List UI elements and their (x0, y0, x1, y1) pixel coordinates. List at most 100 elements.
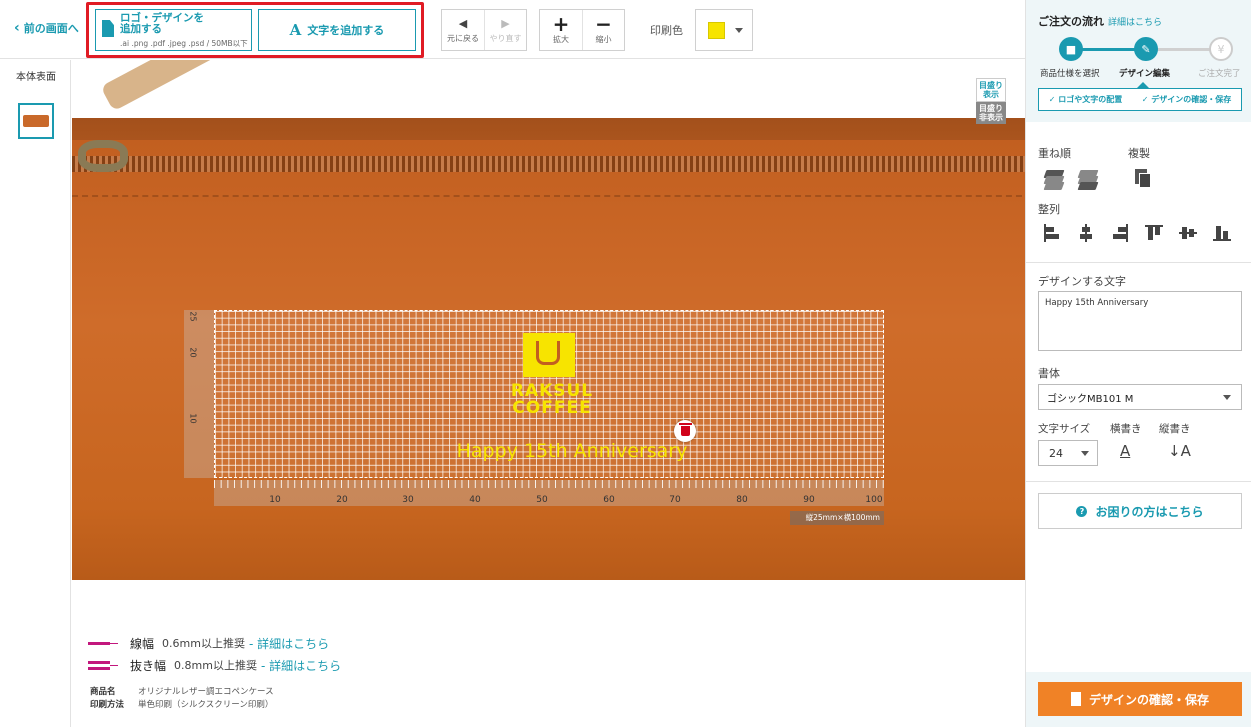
add-logo-button[interactable]: ロゴ・デザインを 追加する .ai .png .pdf .jpeg .psd /… (95, 9, 252, 51)
caret-down-icon (1223, 394, 1231, 400)
redo-button[interactable]: ▶ やり直す (484, 10, 526, 50)
logo-line-2: COFFEE (512, 398, 592, 418)
anniversary-text-object[interactable]: Happy 15th Anniversary (402, 440, 742, 462)
coffee-logo-image[interactable] (523, 333, 575, 377)
align-top-button[interactable] (1144, 223, 1164, 243)
step-2-label: デザイン編集 (1119, 69, 1171, 79)
redo-icon: ▶ (501, 16, 510, 30)
undo-redo-group: ◀ 元に戻る ▶ やり直す (441, 9, 527, 51)
ruler-bottom-label: 60 (603, 495, 615, 505)
thumbnail-image (23, 115, 49, 127)
flow-detail-link[interactable]: 詳細はこちら (1108, 15, 1162, 28)
font-size-value: 24 (1049, 446, 1063, 460)
yen-icon: ¥ (1209, 37, 1233, 61)
align-bottom-button[interactable] (1212, 223, 1232, 243)
guide-toggle[interactable]: 目盛り表示 目盛り非表示 (976, 78, 1006, 138)
font-label: 書体 (1038, 367, 1060, 380)
thumbnail-front[interactable] (18, 103, 54, 139)
flow-title: ご注文の流れ (1038, 15, 1104, 28)
plus-icon: + (552, 11, 570, 36)
design-editor-app: ‹ 前の画面へ ロゴ・デザインを 追加する .ai .png .pdf .jpe… (0, 0, 1251, 727)
knockout-icon (88, 660, 118, 670)
ruler-bottom-label: 40 (469, 495, 481, 505)
help-button[interactable]: ? お困りの方はこちら (1038, 493, 1242, 529)
ruler-bottom-label: 20 (336, 495, 348, 505)
ruler-bottom-label: 30 (402, 495, 414, 505)
product-meta: 商品名 オリジナルレザー調エコペンケース 印刷方法 単色印刷（シルクスクリーン印… (90, 686, 274, 712)
print-color-label: 印刷色 (650, 24, 683, 37)
copy-label: 複製 (1128, 147, 1150, 160)
step-1-label: 商品仕様を選択 (1040, 69, 1100, 79)
undo-label: 元に戻る (447, 33, 479, 43)
ruler-bottom-label: 100 (865, 495, 883, 505)
vertical-writing-button[interactable]: ↓A (1168, 442, 1191, 460)
ruler-left-label: 25 (188, 311, 198, 322)
zoom-in-button[interactable]: + 拡大 (540, 10, 582, 50)
back-link[interactable]: ‹ 前の画面へ (14, 20, 79, 36)
order-label: 重ね順 (1038, 147, 1071, 160)
stitch-seam (72, 195, 1025, 197)
logo-wordmark[interactable]: RAKSUL COFFEE (497, 383, 607, 417)
font-select[interactable]: ゴシックMB101 M (1038, 384, 1242, 410)
line-width-link[interactable]: - 詳細はこちら (249, 635, 329, 652)
guide-hide-button[interactable]: 目盛り非表示 (976, 102, 1006, 124)
properties-panel: ご注文の流れ 詳細はこちら ■ ✎ ¥ 商品仕様を選択 デザイン編集 ご注文完了… (1025, 0, 1251, 727)
size-tag: 縦25mm×横100mm (790, 511, 884, 525)
sub-step-2: ✓ デザインの確認・保存 (1141, 95, 1232, 104)
coffee-cup-icon (536, 341, 560, 365)
zoom-group: + 拡大 − 縮小 (539, 9, 625, 51)
zipper-ring (78, 140, 128, 172)
delete-object-button[interactable] (674, 420, 696, 442)
ruler-bottom-label: 70 (669, 495, 681, 505)
print-color-select[interactable] (695, 9, 753, 51)
ruler-left-label: 10 (188, 413, 198, 424)
horizontal-writing-button[interactable]: A (1120, 442, 1130, 460)
knockout-link[interactable]: - 詳細はこちら (261, 657, 341, 674)
ruler-bottom-label: 80 (736, 495, 748, 505)
sub-steps: ✓ ロゴや文字の配置 ✓ デザインの確認・保存 (1038, 88, 1242, 111)
align-center-button[interactable] (1076, 223, 1096, 243)
zipper (72, 156, 1025, 172)
zoom-out-label: 縮小 (595, 34, 612, 44)
line-width-note: 線幅 0.6mm以上推奨 - 詳細はこちら (88, 632, 688, 654)
design-canvas[interactable]: 目盛り表示 目盛り非表示 25 20 10 10 20 30 40 50 60 … (72, 60, 1025, 600)
divider (1026, 262, 1251, 263)
bring-forward-button[interactable] (1043, 167, 1065, 190)
sub-step-1: ✓ ロゴや文字の配置 (1048, 95, 1123, 104)
align-left-button[interactable] (1042, 223, 1062, 243)
redo-label: やり直す (489, 33, 522, 43)
guide-show-button[interactable]: 目盛り表示 (976, 78, 1006, 102)
side-label: 本体表面 (16, 72, 56, 83)
help-label: お困りの方はこちら (1095, 504, 1204, 519)
add-text-button[interactable]: A 文字を追加する (258, 9, 416, 51)
design-text-input[interactable]: Happy 15th Anniversary (1038, 291, 1242, 351)
canvas-bottom (72, 580, 1025, 600)
font-size-select[interactable]: 24 (1038, 440, 1098, 466)
design-text-label: デザインする文字 (1038, 275, 1126, 288)
vertical-label: 縦書き (1159, 423, 1191, 435)
duplicate-button[interactable] (1132, 167, 1154, 189)
font-size-label: 文字サイズ (1038, 423, 1091, 435)
font-value: ゴシックMB101 M (1047, 393, 1134, 405)
product-value: オリジナルレザー調エコペンケース (138, 687, 274, 697)
knockout-desc: 0.8mm以上推奨 (174, 659, 257, 672)
gift-icon: ■ (1059, 37, 1083, 61)
order-icons (1043, 167, 1099, 190)
align-label: 整列 (1038, 203, 1060, 216)
undo-button[interactable]: ◀ 元に戻る (442, 10, 484, 50)
confirm-save-button[interactable]: デザインの確認・保存 (1038, 682, 1242, 716)
zoom-out-button[interactable]: − 縮小 (582, 10, 624, 50)
color-swatch (708, 21, 725, 39)
question-icon: ? (1076, 505, 1088, 517)
knockout-label: 抜き幅 (130, 658, 167, 673)
zipper-pull (100, 60, 379, 112)
file-icon (102, 20, 114, 37)
step-indicator: ■ ✎ ¥ (1026, 37, 1251, 67)
align-middle-button[interactable] (1178, 223, 1198, 243)
confirm-label: デザインの確認・保存 (1088, 692, 1209, 707)
send-backward-button[interactable] (1077, 167, 1099, 190)
ruler-horizontal: 10 20 30 40 50 60 70 80 90 100 (214, 480, 884, 506)
method-key: 印刷方法 (90, 700, 125, 710)
align-right-button[interactable] (1110, 223, 1130, 243)
zoom-in-label: 拡大 (553, 34, 569, 44)
